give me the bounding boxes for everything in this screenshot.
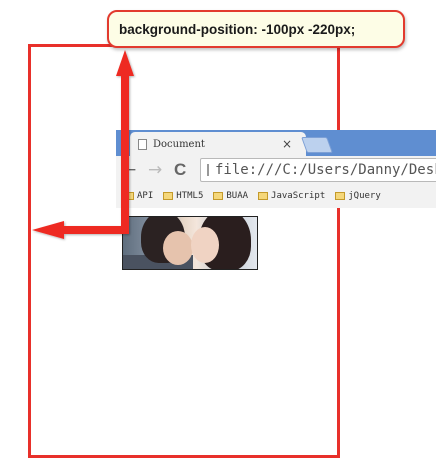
offset-arrows: [32, 50, 134, 239]
position-callout: background-position: -100px -220px;: [107, 10, 405, 48]
horizontal-arrow-shaft: [60, 226, 129, 234]
left-arrow-icon: [32, 221, 64, 239]
callout-text: background-position: -100px -220px;: [119, 21, 356, 37]
up-arrow-icon: [116, 50, 134, 76]
vertical-arrow-shaft: [121, 68, 129, 234]
